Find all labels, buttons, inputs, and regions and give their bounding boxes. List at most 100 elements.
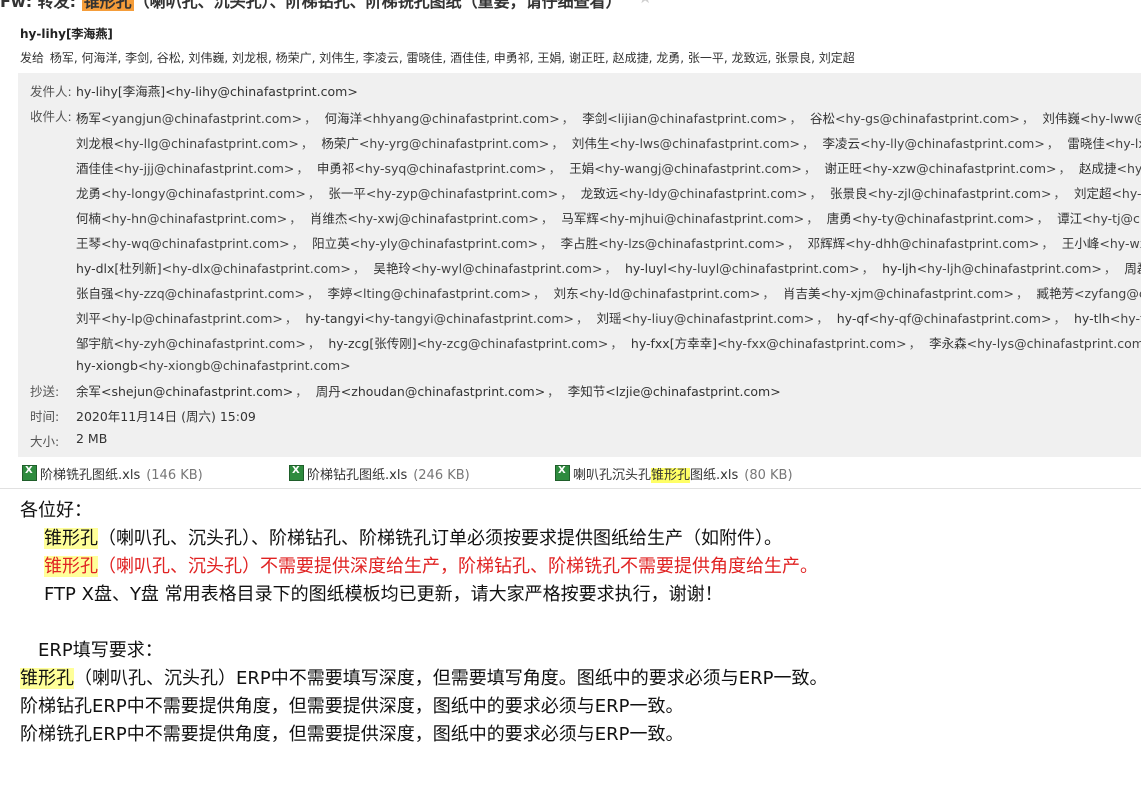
recipient-contact[interactable]: 刘定超<hy-ldc@chinafastprint.com>: [1074, 186, 1141, 201]
recipient-name: 李婷: [327, 286, 353, 301]
body-line-1: 锥形孔（喇叭孔、沉头孔）、阶梯钻孔、阶梯铣孔订单必须按要求提供图纸给生产（如附件…: [44, 524, 782, 550]
recipient-contact[interactable]: hy-fxx[方幸幸]<hy-fxx@chinafastprint.com>: [631, 336, 907, 351]
cc-contact[interactable]: 余军<shejun@chinafastprint.com>: [76, 384, 293, 399]
recipient-contact[interactable]: 谭江<hy-tj@chinafastprint.com>: [1057, 211, 1141, 226]
recipient-contact[interactable]: 谢正旺<hy-xzw@chinafastprint.com>: [824, 161, 1056, 176]
highlight-text: 锥形孔: [44, 528, 98, 549]
recipient-contact[interactable]: 刘伟巍<hy-lww@chinafastprint.com>: [1042, 111, 1141, 126]
recipient-contact[interactable]: hy-xiongb<hy-xiongb@chinafastprint.com>: [76, 358, 351, 373]
attachment-name-highlight: 锥形孔: [651, 468, 691, 483]
recipient-name: 谭江: [1057, 211, 1083, 226]
body-text: （喇叭孔、沉头孔）ERP中不需要填写深度，但需要填写角度。图纸中的要求必须与ER…: [74, 668, 828, 689]
recipient-contact[interactable]: 周磊<hy-zl@chinafastprint.com>: [1124, 261, 1141, 276]
recipient-contact[interactable]: 赵成捷<hy-zcj@chinafastprint.com>: [1079, 161, 1141, 176]
recipient-contact[interactable]: hy-tangyi<hy-tangyi@chinafastprint.com>: [305, 311, 574, 326]
recipient-contact[interactable]: 吴艳玲<hy-wyl@chinafastprint.com>: [373, 261, 602, 276]
recipient-contact[interactable]: 何楠<hy-hn@chinafastprint.com>: [76, 211, 287, 226]
recipient-email: <hy-xwj@chinafastprint.com>: [347, 211, 539, 226]
erp-line-1: 锥形孔（喇叭孔、沉头孔）ERP中不需要填写深度，但需要填写角度。图纸中的要求必须…: [20, 664, 827, 690]
recipient-contact[interactable]: 王小峰<hy-wxf@chinafastprint.com>: [1062, 236, 1141, 251]
attachment-item[interactable]: 阶梯铣孔图纸.xls (146 KB): [22, 464, 203, 483]
recipient-line: 刘龙根<hy-llg@chinafastprint.com>，杨荣广<hy-yr…: [76, 133, 1141, 152]
attachment-name[interactable]: 阶梯钻孔图纸.xls: [307, 468, 407, 483]
separator: ，: [1041, 236, 1054, 251]
cc-contact[interactable]: 李知节<lzjie@chinafastprint.com>: [568, 384, 781, 399]
recipient-contact[interactable]: hy-ljh<hy-ljh@chinafastprint.com>: [882, 261, 1102, 276]
recipient-contact[interactable]: 龙致远<hy-ldy@chinafastprint.com>: [581, 186, 808, 201]
recipient-contact[interactable]: hy-zcg[张传刚]<hy-zcg@chinafastprint.com>: [328, 336, 608, 351]
recipient-line: 杨军<yangjun@chinafastprint.com>，何海洋<hhyan…: [76, 108, 1141, 127]
recipient-contact[interactable]: 刘龙根<hy-llg@chinafastprint.com>: [76, 136, 299, 151]
recipient-contact[interactable]: 李剑<lijian@chinafastprint.com>: [582, 111, 787, 126]
recipient-name: 刘定超: [1073, 186, 1112, 201]
recipient-contact[interactable]: 李占胜<hy-lzs@chinafastprint.com>: [561, 236, 786, 251]
sender-value[interactable]: hy-lihy[李海燕]<hy-lihy@chinafastprint.com>: [76, 81, 358, 100]
recipient-contact[interactable]: 刘瑶<hy-liuy@chinafastprint.com>: [597, 311, 815, 326]
recipient-contact[interactable]: hy-tlh<hy-tlh@chinafastprint.com>: [1074, 311, 1141, 326]
recipient-contact[interactable]: 李婷<lting@chinafastprint.com>: [328, 286, 532, 301]
recipient-contact[interactable]: 刘平<hy-lp@chinafastprint.com>: [76, 311, 283, 326]
erp-heading: ERP填写要求：: [38, 640, 163, 661]
recipient-contact[interactable]: 谷松<hy-gs@chinafastprint.com>: [810, 111, 1020, 126]
separator: ，: [1103, 261, 1117, 276]
recipient-email: <hy-jjj@chinafastprint.com>: [113, 161, 295, 176]
recipient-name: 酒佳佳: [76, 161, 114, 176]
recipient-contact[interactable]: 臧艳芳<zyfang@chinafastprint.com>: [1036, 286, 1141, 301]
recipient-contact[interactable]: 何海洋<hhyang@chinafastprint.com>: [325, 111, 560, 126]
attachment-name[interactable]: 阶梯铣孔图纸.xls: [40, 468, 140, 483]
attachment-item[interactable]: 喇叭孔沉头孔锥形孔图纸.xls (80 KB): [555, 464, 793, 483]
recipient-email: <hy-lly@chinafastprint.com>: [860, 136, 1045, 151]
separator: ，: [296, 161, 309, 176]
recipient-name: 刘伟生: [571, 136, 610, 151]
separator: ，: [307, 336, 321, 351]
recipient-contact[interactable]: 邓辉辉<hy-dhh@chinafastprint.com>: [808, 236, 1040, 251]
recipient-contact[interactable]: hy-dlx[杜列新]<hy-dlx@chinafastprint.com>: [76, 261, 351, 276]
attachment-size: (246 KB): [413, 468, 470, 483]
attachment-item[interactable]: 阶梯钻孔图纸.xls (246 KB): [289, 464, 470, 483]
recipient-email: <lting@chinafastprint.com>: [352, 286, 532, 301]
separator: ，: [604, 261, 617, 276]
recipient-contact[interactable]: 李永森<hy-lys@chinafastprint.com>: [929, 336, 1141, 351]
recipient-name: 申勇祁: [316, 161, 355, 176]
recipient-contact[interactable]: 张一平<hy-zyp@chinafastprint.com>: [328, 186, 558, 201]
recipient-contact[interactable]: 李凌云<hy-lly@chinafastprint.com>: [823, 136, 1045, 151]
excel-file-icon: [555, 465, 570, 481]
recipient-contact[interactable]: 张景良<hy-zjl@chinafastprint.com>: [830, 186, 1051, 201]
recipient-contact[interactable]: 唐勇<hy-ty@chinafastprint.com>: [827, 211, 1035, 226]
excel-file-icon: [289, 465, 304, 481]
recipient-email: <hy-lxj@chinafastprint.com>: [1104, 136, 1141, 151]
recipient-email: <hy-zzq@chinafastprint.com>: [113, 286, 305, 301]
attachment-name[interactable]: 喇叭孔沉头孔锥形孔图纸.xls: [573, 468, 738, 483]
recipient-contact[interactable]: 杨荣广<hy-yrg@chinafastprint.com>: [321, 136, 549, 151]
cc-row: 抄送: 余军<shejun@chinafastprint.com>，周丹<zho…: [18, 381, 1141, 403]
recipient-name: hy-luyl: [624, 261, 667, 276]
star-icon[interactable]: ★: [638, 0, 652, 7]
recipient-contact[interactable]: hy-luyl<hy-luyl@chinafastprint.com>: [625, 261, 860, 276]
recipient-contact[interactable]: 王琴<hy-wq@chinafastprint.com>: [76, 236, 290, 251]
recipient-contact[interactable]: 刘东<hy-ld@chinafastprint.com>: [554, 286, 761, 301]
recipient-contact[interactable]: 申勇祁<hy-syq@chinafastprint.com>: [317, 161, 547, 176]
cc-contact[interactable]: 周丹<zhoudan@chinafastprint.com>: [316, 384, 545, 399]
recipient-contact[interactable]: 龙勇<hy-longy@chinafastprint.com>: [76, 186, 306, 201]
recipient-name: 谷松: [810, 111, 836, 126]
size-label: 大小:: [30, 434, 60, 449]
recipient-contact[interactable]: 张自强<hy-zzq@chinafastprint.com>: [76, 286, 305, 301]
recipient-email: <hy-zjl@chinafastprint.com>: [867, 186, 1052, 201]
size-row: 大小: 2 MB: [18, 431, 1141, 453]
recipient-email: <hy-zcg@chinafastprint.com>: [416, 336, 609, 351]
recipient-line: 龙勇<hy-longy@chinafastprint.com>，张一平<hy-z…: [76, 183, 1141, 202]
recipient-line: 酒佳佳<hy-jjj@chinafastprint.com>， 申勇祁<hy-sy…: [76, 158, 1141, 177]
recipient-contact[interactable]: 邹宇航<hy-zyh@chinafastprint.com>: [76, 336, 306, 351]
recipient-contact[interactable]: 肖维杰<hy-xwj@chinafastprint.com>: [310, 211, 539, 226]
recipient-contact[interactable]: 马军辉<hy-mjhui@chinafastprint.com>: [561, 211, 804, 226]
recipient-contact[interactable]: 阳立英<hy-yly@chinafastprint.com>: [312, 236, 538, 251]
recipient-email: <hy-fxx@chinafastprint.com>: [716, 336, 907, 351]
recipient-contact[interactable]: 雷晓佳<hy-lxj@chinafastprint.com>: [1067, 136, 1141, 151]
recipient-contact[interactable]: 酒佳佳<hy-jjj@chinafastprint.com>: [76, 161, 294, 176]
recipient-contact[interactable]: 杨军<yangjun@chinafastprint.com>: [76, 111, 302, 126]
recipient-contact[interactable]: 王娟<hy-wangj@chinafastprint.com>: [569, 161, 802, 176]
recipient-name: 王琴: [76, 236, 102, 251]
recipient-contact[interactable]: hy-qf<hy-qf@chinafastprint.com>: [837, 311, 1052, 326]
recipient-contact[interactable]: 肖吉美<hy-xjm@chinafastprint.com>: [783, 286, 1014, 301]
recipient-contact[interactable]: 刘伟生<hy-lws@chinafastprint.com>: [572, 136, 800, 151]
